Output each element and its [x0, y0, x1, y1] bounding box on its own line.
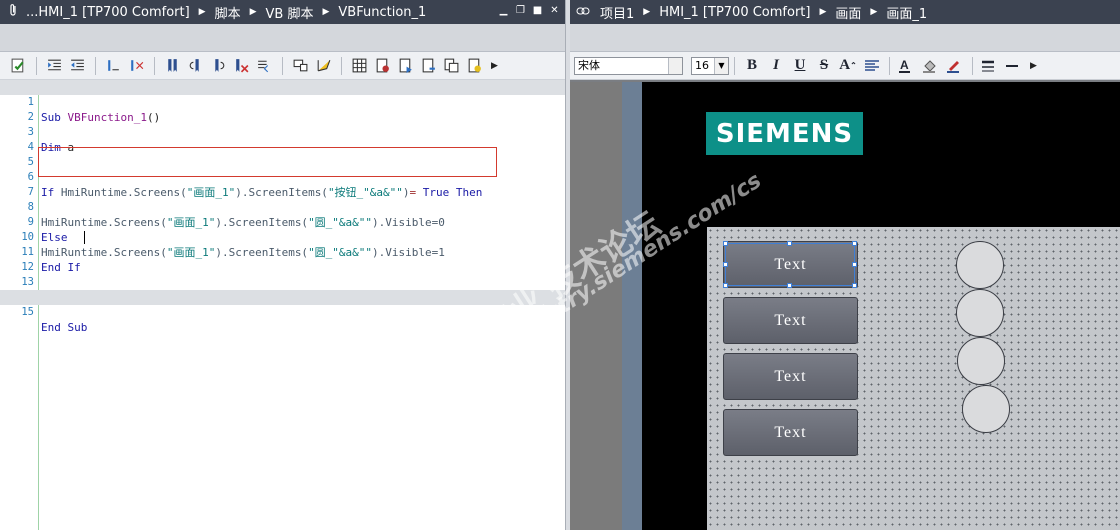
chevron-down-icon[interactable]: ▼ — [714, 57, 728, 74]
code-line[interactable]: 4 — [0, 125, 565, 153]
doc-icon-1[interactable] — [372, 55, 393, 76]
screen-canvas[interactable]: SIEMENS Text Text Text Text — [570, 80, 1120, 530]
tia-portal-window: ...HMI_1 [TP700 Comfort] ▶ 脚本 ▶ VB 脚本 ▶ … — [0, 0, 1120, 530]
siemens-logo: SIEMENS — [706, 112, 863, 155]
editor-tab-strip — [0, 24, 565, 52]
font-color-icon[interactable]: A — [895, 56, 919, 76]
code-line[interactable]: 13 — [0, 260, 565, 288]
resize-handle[interactable] — [723, 262, 728, 267]
syntax-check-icon[interactable] — [8, 55, 29, 76]
editor-title-bar: ...HMI_1 [TP700 Comfort] ▶ 脚本 ▶ VB 脚本 ▶ … — [0, 0, 565, 24]
doc-icon-2[interactable] — [395, 55, 416, 76]
breadcrumb-arrow-icon: ▶ — [870, 7, 878, 17]
prev-bookmark-icon[interactable] — [185, 55, 206, 76]
doc-icon-4[interactable] — [441, 55, 462, 76]
line-width-icon[interactable] — [978, 56, 1002, 76]
code-line[interactable]: 10 HmiRuntime.Screens("画面_1").ScreenItem… — [0, 215, 565, 259]
font-size-select[interactable]: 16 ▼ — [691, 56, 729, 75]
bookmark-icon[interactable] — [162, 55, 183, 76]
code-line[interactable]: 9 Else — [0, 200, 565, 244]
text-caret — [84, 231, 85, 244]
breadcrumb-screen1[interactable]: 画面_1 — [882, 3, 931, 22]
tag-list-icon[interactable] — [290, 55, 311, 76]
code-line[interactable]: 1 Sub VBFunction_1() — [0, 80, 565, 124]
screen-editor-panel: 项目1 ▶ HMI_1 [TP700 Comfort] ▶ 画面 ▶ 画面_1 … — [570, 0, 1120, 530]
uncomment-icon[interactable] — [126, 55, 147, 76]
resize-handle[interactable] — [852, 262, 857, 267]
font-name-select[interactable]: 宋体 — [574, 56, 683, 75]
table-icon[interactable] — [349, 55, 370, 76]
object-list-icon[interactable] — [313, 55, 334, 76]
breadcrumb-screens[interactable]: 画面 — [831, 3, 865, 22]
next-bookmark-icon[interactable] — [208, 55, 229, 76]
fill-color-icon[interactable] — [919, 56, 943, 76]
hmi-button-2[interactable]: Text — [723, 297, 858, 344]
breadcrumb-vbfunction[interactable]: VBFunction_1 — [334, 5, 430, 20]
breadcrumb-vb-scripts[interactable]: VB 脚本 — [262, 3, 318, 22]
restore-icon[interactable]: ❐ — [514, 4, 527, 18]
outdent-icon[interactable] — [67, 55, 88, 76]
breadcrumb-hmi[interactable]: ...HMI_1 [TP700 Comfort] — [22, 5, 194, 20]
code-line[interactable]: 15 End Sub — [0, 290, 565, 334]
code-line[interactable]: 8 HmiRuntime.Screens("画面_1").ScreenItems… — [0, 185, 565, 229]
breadcrumb-project[interactable]: 项目1 — [596, 3, 638, 22]
breadcrumb-hmi[interactable]: HMI_1 [TP700 Comfort] — [655, 5, 814, 20]
resize-handle[interactable] — [852, 241, 857, 246]
underline-button[interactable]: U — [788, 56, 812, 76]
strikethrough-button[interactable]: S — [812, 56, 836, 76]
breadcrumb-arrow-icon: ▶ — [249, 7, 257, 17]
breadcrumb-arrow-icon: ▶ — [819, 7, 827, 17]
link-icon — [570, 5, 596, 20]
code-line[interactable]: 14 — [0, 275, 565, 303]
doc-icon-5[interactable] — [464, 55, 485, 76]
bold-button[interactable]: B — [740, 56, 764, 76]
close-icon[interactable]: ✕ — [548, 4, 561, 18]
code-line[interactable]: 12 — [0, 245, 565, 273]
paperclip-icon — [0, 3, 22, 21]
align-icon[interactable] — [860, 56, 884, 76]
breadcrumb-scripts[interactable]: 脚本 — [211, 3, 245, 22]
resize-handle[interactable] — [852, 283, 857, 288]
selection-frame — [725, 243, 855, 286]
breadcrumb-arrow-icon: ▶ — [643, 7, 651, 17]
comment-icon[interactable] — [103, 55, 124, 76]
toolbar-overflow-icon[interactable]: ▶ — [491, 61, 498, 71]
resize-handle[interactable] — [723, 283, 728, 288]
code-line[interactable]: 3 Dim a — [0, 110, 565, 154]
line-style-icon[interactable] — [1002, 56, 1026, 76]
resize-handle[interactable] — [787, 283, 792, 288]
format-toolbar: 宋体 16 ▼ B I U S A ⌃ A ▶ — [570, 52, 1120, 80]
font-list-icon[interactable] — [668, 57, 682, 74]
toolbar-overflow-icon[interactable]: ▶ — [1030, 61, 1037, 71]
delete-bookmark-icon[interactable] — [231, 55, 252, 76]
hmi-circle-3[interactable] — [957, 337, 1005, 385]
breadcrumb-arrow-icon: ▶ — [198, 7, 206, 17]
hmi-button-4[interactable]: Text — [723, 409, 858, 456]
hmi-circle-2[interactable] — [956, 289, 1004, 337]
highlight-box — [38, 147, 497, 177]
line-color-icon[interactable] — [943, 56, 967, 76]
hmi-button-3[interactable]: Text — [723, 353, 858, 400]
svg-text:A: A — [900, 58, 909, 72]
code-line[interactable]: 2 — [0, 95, 565, 123]
font-size-up-icon[interactable]: A ⌃ — [836, 56, 860, 76]
editor-toolbar: ▶ — [0, 52, 565, 80]
clear-bookmarks-icon[interactable] — [254, 55, 275, 76]
breadcrumb-arrow-icon: ▶ — [322, 7, 330, 17]
line-number: 15 — [21, 306, 34, 318]
hmi-circle-4[interactable] — [962, 385, 1010, 433]
resize-handle[interactable] — [787, 241, 792, 246]
screen-title-bar: 项目1 ▶ HMI_1 [TP700 Comfort] ▶ 画面 ▶ 画面_1 — [570, 0, 1120, 24]
resize-handle[interactable] — [723, 241, 728, 246]
indent-icon[interactable] — [44, 55, 65, 76]
vb-script-editor-panel: ...HMI_1 [TP700 Comfort] ▶ 脚本 ▶ VB 脚本 ▶ … — [0, 0, 565, 530]
italic-button[interactable]: I — [764, 56, 788, 76]
maximize-icon[interactable]: ■ — [531, 4, 544, 18]
hmi-circle-1[interactable] — [956, 241, 1004, 289]
screen-tab-strip — [570, 24, 1120, 52]
doc-icon-3[interactable] — [418, 55, 439, 76]
minimize-icon[interactable]: ▁ — [497, 4, 510, 18]
